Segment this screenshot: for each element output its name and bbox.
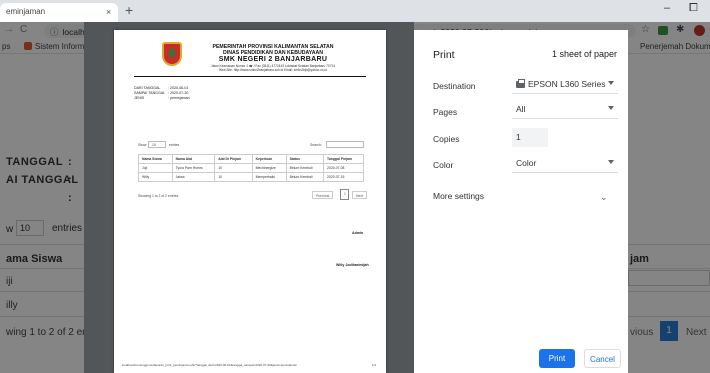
destination-label: Destination (433, 81, 476, 91)
preview-th: Alat Di Pinjam (214, 154, 253, 164)
report-meta-values: : 2020-06-01 : 2020-07-30 : peminjaman (168, 86, 190, 101)
preview-td: Mechinergize (251, 163, 287, 173)
mini-entries-select: 10 (148, 141, 166, 148)
preview-td: Memperbaiki (251, 172, 287, 182)
mini-entries-label: entries (169, 143, 180, 147)
minimize-icon[interactable]: – (664, 2, 670, 14)
preview-th: Status (285, 154, 325, 164)
preview-th: Keperluan (251, 154, 287, 164)
print-button[interactable]: Print (539, 349, 575, 368)
preview-td: Belum Kembali (285, 172, 325, 182)
tab-close-icon[interactable]: × (106, 7, 111, 17)
color-select[interactable]: Color (512, 154, 618, 173)
sign-name: Willy Jodiharimijah (336, 263, 369, 267)
mini-next: Next (352, 191, 367, 199)
preview-th: Nama Siswa (138, 154, 173, 164)
meta-key: JENIS (134, 96, 145, 100)
tab-title: eminjaman (6, 7, 46, 16)
report-meta-keys: DARI TANGGAL SAMPAI TANGGAL JENIS (134, 86, 165, 101)
mini-previous: Previous (312, 191, 334, 199)
more-settings-toggle[interactable]: More settings (433, 191, 484, 201)
mini-search-box (326, 141, 364, 148)
color-label: Color (433, 160, 454, 170)
preview-th: Nama Alat (171, 154, 216, 164)
letterhead-divider (134, 76, 366, 77)
preview-th: Tanggal Pinjam (323, 154, 364, 164)
sheet-count: 1 sheet of paper (551, 49, 617, 59)
pages-select[interactable]: All (512, 100, 618, 119)
kop-address2: Web Site: http://www.smkn2banjarbaru.sch… (219, 68, 327, 72)
tab-strip: eminjaman × + – ⧠ (0, 0, 710, 22)
print-title: Print (433, 49, 455, 61)
printer-icon (516, 79, 525, 88)
print-settings-panel: Print 1 sheet of paper Destination EPSON… (414, 30, 628, 373)
copies-value: 1 (516, 132, 521, 142)
cancel-button[interactable]: Cancel (584, 349, 621, 368)
preview-td: Juji (138, 163, 173, 173)
preview-sheet: PEMERINTAH PROVINSI KALIMANTAN SELATAN D… (114, 30, 386, 373)
preview-td: 10 (214, 163, 253, 173)
destination-select[interactable]: EPSON L360 Series (512, 75, 618, 94)
pages-value: All (516, 104, 526, 114)
kop-line3: SMK NEGERI 2 BANJARBARU (218, 56, 328, 63)
maximize-icon[interactable]: ⧠ (689, 2, 698, 15)
meta-value: : peminjaman (168, 96, 190, 100)
mini-page-1: 1 (340, 189, 349, 200)
color-value: Color (516, 158, 537, 168)
chevron-down-icon (608, 81, 614, 85)
letterhead: PEMERINTAH PROVINSI KALIMANTAN SELATAN D… (188, 44, 358, 72)
copies-label: Copies (433, 134, 460, 144)
pages-label: Pages (433, 107, 458, 117)
preview-td: Tyo/a Pam Hsmrs (171, 163, 216, 173)
mini-showing: Showing 1 to 2 of 2 entries (138, 194, 179, 198)
chevron-down-icon (608, 106, 614, 110)
preview-table-header: Nama Siswa Nama Alat Alat Di Pinjam Kepe… (138, 154, 364, 164)
mini-show-label: Show (138, 143, 147, 147)
expand-chevron-icon[interactable]: ⌄ (600, 192, 608, 203)
preview-td: 2020-07-15 (323, 172, 364, 182)
preview-td: 10 (214, 172, 253, 182)
school-logo (162, 42, 182, 66)
new-tab-icon[interactable]: + (125, 2, 133, 18)
preview-td: Belum Kembali (285, 163, 325, 173)
mini-entries-value: 10 (152, 143, 156, 147)
preview-footer-page: 1/1 (372, 363, 377, 367)
preview-td: 2020-07-08 (323, 163, 364, 173)
sign-title: Admin (352, 231, 364, 235)
destination-value: EPSON L360 Series (528, 79, 606, 89)
preview-td: Jaksa (171, 172, 216, 182)
preview-table-row: Willy Jaksa 10 Memperbaiki Belum Kembali… (138, 172, 364, 182)
preview-footer-url: localhost/menunggumu/laporan_print_pemin… (122, 363, 298, 367)
preview-table-row: Juji Tyo/a Pam Hsmrs 10 Mechinergize Bel… (138, 163, 364, 173)
preview-table: Nama Siswa Nama Alat Alat Di Pinjam Kepe… (138, 154, 364, 182)
copies-input[interactable]: 1 (512, 128, 548, 147)
browser-tab[interactable]: eminjaman × (0, 3, 118, 22)
mini-search-label: Search: (310, 143, 322, 147)
preview-td: Willy (138, 172, 173, 182)
chevron-down-icon (608, 160, 614, 164)
